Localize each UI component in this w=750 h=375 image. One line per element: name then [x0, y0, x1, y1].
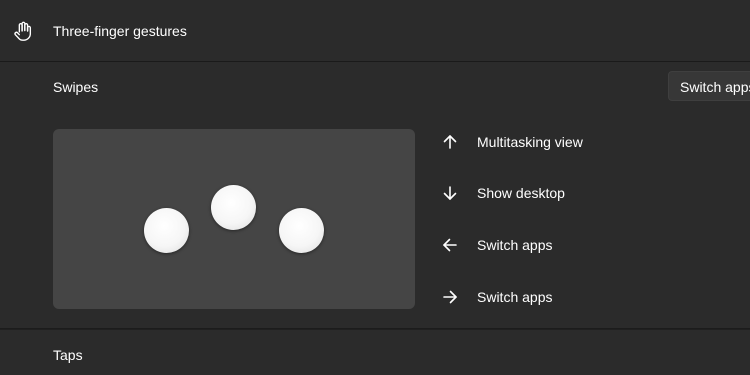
- arrow-down-icon: [443, 186, 457, 200]
- arrow-left-icon: [443, 238, 457, 252]
- gesture-down: Show desktop: [440, 181, 660, 205]
- gesture-right: Switch apps: [440, 285, 660, 309]
- taps-section: Taps: [0, 330, 750, 375]
- arrow-up-icon: [443, 135, 457, 149]
- hand-icon: [14, 21, 32, 41]
- swipes-dropdown[interactable]: Switch apps: [668, 71, 750, 101]
- gesture-right-label: Switch apps: [477, 289, 553, 305]
- arrow-right-icon: [443, 290, 457, 304]
- gesture-left-label: Switch apps: [477, 237, 553, 253]
- swipes-label: Swipes: [53, 79, 99, 95]
- swipes-section: Swipes Switch apps Multitasking view Sho…: [0, 62, 750, 329]
- finger-left: [144, 208, 189, 253]
- finger-right: [279, 208, 324, 253]
- gesture-left: Switch apps: [440, 233, 660, 257]
- gesture-up: Multitasking view: [440, 130, 660, 154]
- finger-middle: [211, 185, 256, 230]
- section-title: Three-finger gestures: [53, 23, 187, 39]
- gesture-down-label: Show desktop: [477, 185, 565, 201]
- touchpad-illustration: [53, 129, 415, 309]
- three-finger-gestures-header[interactable]: Three-finger gestures: [0, 0, 750, 62]
- touchpad-settings-page: Three-finger gestures Swipes Switch apps…: [0, 0, 750, 375]
- gesture-up-label: Multitasking view: [477, 134, 583, 150]
- taps-label: Taps: [53, 347, 83, 363]
- dropdown-selected-value: Switch apps: [680, 79, 750, 95]
